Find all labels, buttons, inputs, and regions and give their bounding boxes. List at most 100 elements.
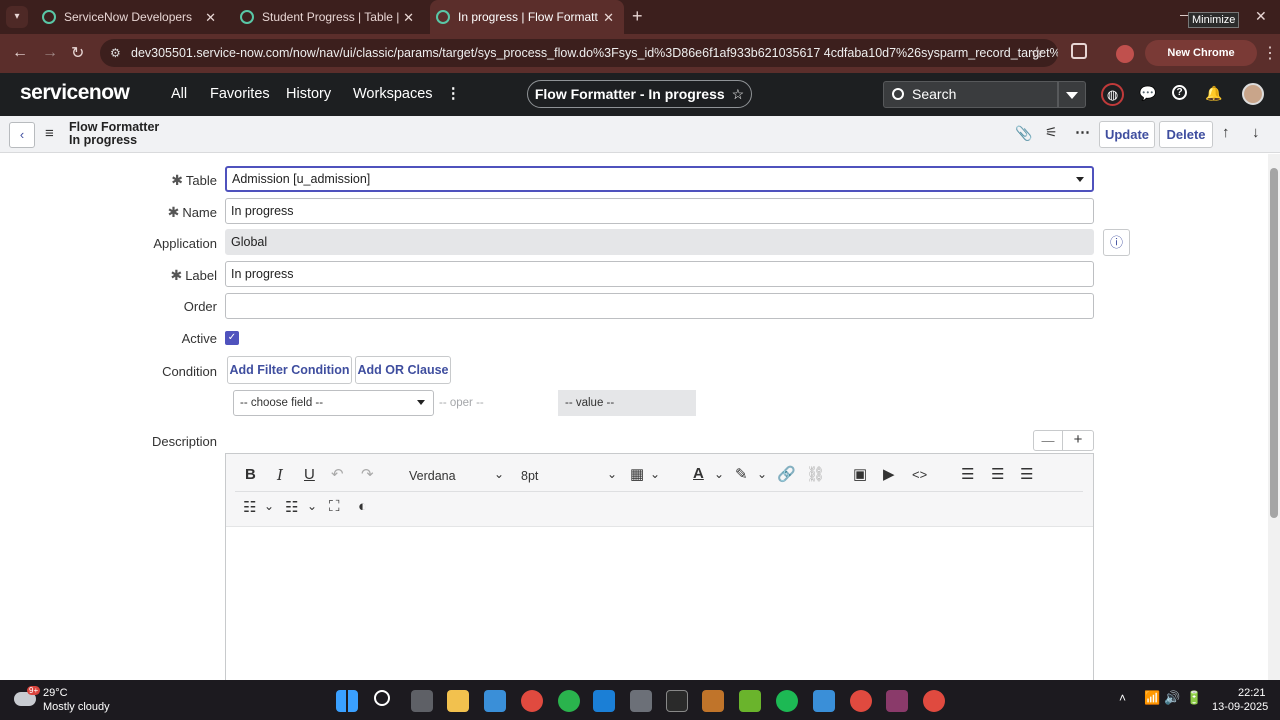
- collapse-editor-button[interactable]: —: [1033, 430, 1063, 451]
- scrollbar-thumb[interactable]: [1270, 168, 1278, 518]
- ms-store-icon[interactable]: [484, 690, 506, 712]
- search-scope-dropdown[interactable]: [1058, 81, 1086, 108]
- align-left-icon[interactable]: ☰: [961, 465, 974, 483]
- close-tab-icon[interactable]: ✕: [205, 10, 216, 26]
- add-filter-condition-button[interactable]: Add Filter Condition: [227, 356, 352, 384]
- redo-icon[interactable]: ↷: [361, 465, 374, 483]
- highlight-color-icon[interactable]: ✎: [735, 465, 748, 483]
- wifi-icon[interactable]: 📶: [1144, 690, 1160, 706]
- table-icon[interactable]: ▦: [630, 465, 644, 483]
- page-scrollbar[interactable]: [1268, 154, 1280, 680]
- chat-icon[interactable]: 💬: [1139, 85, 1156, 102]
- font-family-select[interactable]: Verdana: [409, 469, 456, 483]
- clock-date[interactable]: 13-09-2025: [1212, 701, 1268, 713]
- contrast-icon[interactable]: ◐: [358, 498, 367, 515]
- forward-arrow-icon[interactable]: →: [42, 44, 58, 62]
- nav-history[interactable]: History: [286, 86, 331, 102]
- globe-icon[interactable]: ◍: [1101, 83, 1124, 106]
- font-size-select[interactable]: 8pt: [521, 469, 538, 483]
- chrome-menu-icon[interactable]: ⋮: [1262, 43, 1278, 63]
- back-button[interactable]: ‹: [9, 122, 35, 148]
- text-color-icon[interactable]: A: [693, 465, 704, 482]
- chrome-icon[interactable]: [923, 690, 945, 712]
- favorite-star-icon[interactable]: ☆: [732, 86, 745, 102]
- personalize-icon[interactable]: ⚟: [1045, 124, 1058, 141]
- tab-search-button[interactable]: ▾: [6, 6, 28, 28]
- name-input[interactable]: In progress: [225, 198, 1094, 224]
- notifications-bell-icon[interactable]: 🔔: [1205, 85, 1222, 102]
- numbered-list-icon[interactable]: ☷: [285, 498, 298, 516]
- chrome-update-button[interactable]: New Chrome available: [1145, 40, 1257, 85]
- link-icon[interactable]: 🔗: [777, 465, 796, 483]
- active-checkbox[interactable]: ✓: [225, 331, 239, 345]
- context-pill[interactable]: Flow Formatter - In progress ☆: [527, 80, 752, 108]
- bullet-list-icon[interactable]: ☷: [243, 498, 256, 516]
- delete-button[interactable]: Delete: [1159, 121, 1213, 148]
- reload-icon[interactable]: ↻: [71, 43, 84, 63]
- spotify-icon[interactable]: [776, 690, 798, 712]
- app-icon[interactable]: [630, 690, 652, 712]
- unlink-icon[interactable]: ⛓: [806, 465, 825, 483]
- tray-chevron-up-icon[interactable]: ˄: [1119, 691, 1126, 705]
- new-tab-plus-icon[interactable]: +: [632, 6, 643, 27]
- weather-widget[interactable]: 9+ 29°C Mostly cloudy: [14, 686, 124, 714]
- chrome-profile-icon[interactable]: [521, 690, 543, 712]
- more-options-icon[interactable]: ⋯: [1075, 123, 1090, 141]
- nav-more-icon[interactable]: ⋮: [446, 86, 461, 102]
- site-info-icon[interactable]: ⚙: [110, 39, 121, 67]
- image-icon[interactable]: ▣: [853, 465, 867, 483]
- nav-all[interactable]: All: [171, 86, 187, 102]
- order-input[interactable]: [225, 293, 1094, 319]
- game-app-icon[interactable]: [666, 690, 688, 712]
- bold-icon[interactable]: B: [245, 466, 256, 483]
- browser-tab[interactable]: Student Progress | Table | Servic ✕: [234, 0, 424, 34]
- notepad-icon[interactable]: [813, 690, 835, 712]
- browser-tab[interactable]: ServiceNow Developers ✕: [36, 0, 226, 34]
- table-select[interactable]: Admission [u_admission]: [225, 166, 1094, 192]
- choose-field-select[interactable]: -- choose field --: [233, 390, 434, 416]
- add-or-clause-button[interactable]: Add OR Clause: [355, 356, 451, 384]
- global-search-input[interactable]: Search: [883, 81, 1058, 108]
- battery-icon[interactable]: 🔋: [1186, 690, 1202, 706]
- previous-record-arrow-icon[interactable]: ↑: [1222, 124, 1230, 141]
- underline-icon[interactable]: U: [304, 466, 315, 483]
- nav-favorites[interactable]: Favorites: [210, 86, 270, 102]
- source-code-icon[interactable]: <>: [912, 467, 927, 482]
- help-icon[interactable]: ?: [1172, 85, 1187, 100]
- close-window-icon[interactable]: ✕: [1255, 8, 1267, 25]
- servicenow-logo[interactable]: servicenow: [20, 81, 130, 105]
- chrome-active-icon[interactable]: [850, 690, 872, 712]
- taskbar-search-icon[interactable]: [374, 690, 390, 706]
- info-icon[interactable]: ⓘ: [1103, 229, 1130, 256]
- game-app-icon[interactable]: [702, 690, 724, 712]
- nav-workspaces[interactable]: Workspaces: [353, 86, 433, 102]
- vscode-icon[interactable]: [593, 690, 615, 712]
- back-arrow-icon[interactable]: ←: [12, 44, 28, 62]
- windows-start-icon[interactable]: [336, 690, 358, 712]
- italic-icon[interactable]: I: [277, 466, 283, 484]
- url-field[interactable]: ⚙ dev305501.service-now.com/now/nav/ui/c…: [100, 39, 1058, 67]
- form-menu-icon[interactable]: ≡: [45, 125, 54, 142]
- nvidia-icon[interactable]: [739, 690, 761, 712]
- bookmark-star-icon[interactable]: ☆: [1030, 43, 1044, 63]
- file-explorer-icon[interactable]: [447, 690, 469, 712]
- winrar-icon[interactable]: [886, 690, 908, 712]
- volume-icon[interactable]: 🔊: [1164, 690, 1180, 706]
- expand-editor-button[interactable]: +: [1063, 430, 1094, 451]
- task-view-icon[interactable]: [411, 690, 433, 712]
- update-button[interactable]: Update: [1099, 121, 1155, 148]
- next-record-arrow-icon[interactable]: ↓: [1252, 124, 1260, 141]
- user-avatar[interactable]: [1242, 83, 1264, 105]
- browser-tab-active[interactable]: In progress | Flow Formatter | S ✕: [430, 0, 624, 34]
- whatsapp-icon[interactable]: [558, 690, 580, 712]
- fullscreen-icon[interactable]: ⛶: [329, 498, 340, 515]
- clock-time[interactable]: 22:21: [1238, 687, 1266, 699]
- extensions-icon[interactable]: [1071, 43, 1087, 59]
- label-input[interactable]: In progress: [225, 261, 1094, 287]
- close-tab-icon[interactable]: ✕: [403, 10, 414, 26]
- video-icon[interactable]: ▶: [883, 465, 895, 483]
- profile-avatar[interactable]: [1116, 45, 1134, 63]
- attachment-icon[interactable]: 📎: [1015, 125, 1032, 142]
- align-right-icon[interactable]: ☰: [1020, 465, 1033, 483]
- align-center-icon[interactable]: ☰: [991, 465, 1004, 483]
